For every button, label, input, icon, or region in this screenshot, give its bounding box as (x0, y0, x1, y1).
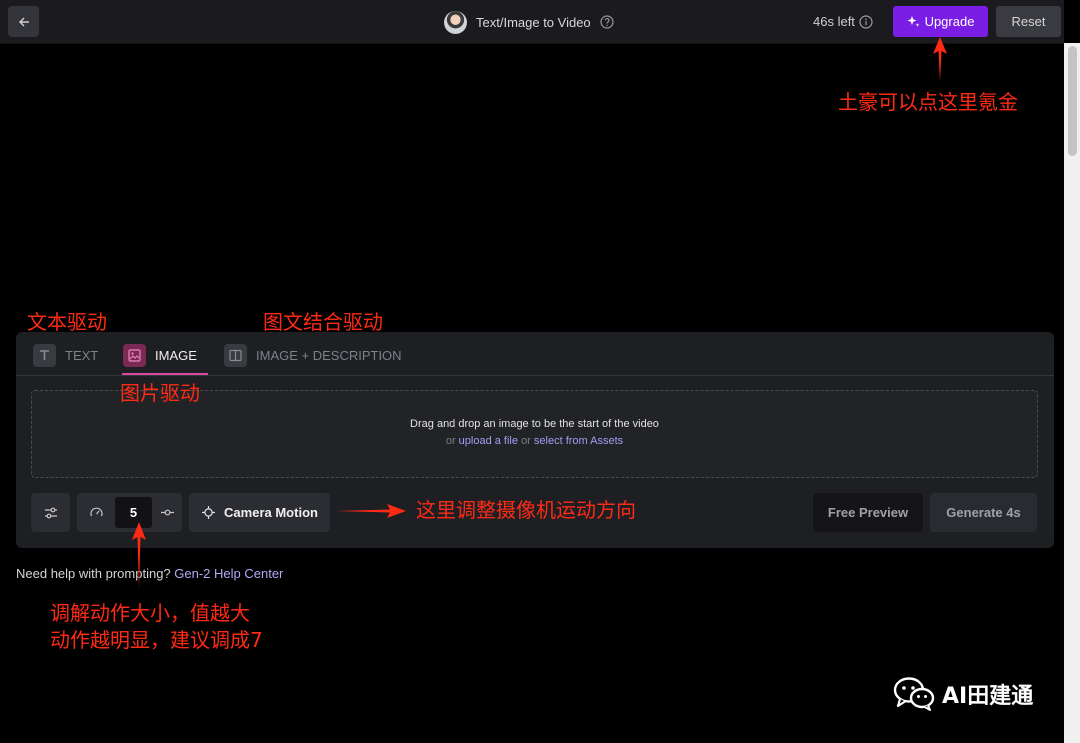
motion-annotation-line1: 调解动作大小，值越大 (50, 601, 250, 625)
tab-text[interactable]: TEXT (33, 343, 98, 367)
camera-annotation: 这里调整摄像机运动方向 (416, 498, 636, 522)
upgrade-label: Upgrade (924, 14, 975, 29)
image-icon (123, 343, 146, 367)
text-icon (33, 343, 56, 367)
dropzone-instruction: Drag and drop an image to be the start o… (410, 418, 659, 430)
avatar (444, 10, 467, 34)
image-text-drive-annotation: 图文结合驱动 (263, 310, 383, 334)
upgrade-button[interactable]: Upgrade (893, 6, 988, 37)
help-icon[interactable] (600, 15, 614, 29)
page-title: Text/Image to Video (476, 14, 591, 30)
time-left-indicator: 46s left (813, 14, 873, 29)
camera-motion-icon (202, 506, 216, 519)
help-prompt-line: Need help with prompting? Gen-2 Help Cen… (16, 566, 283, 581)
info-icon[interactable] (859, 14, 873, 29)
speedometer-icon (77, 505, 115, 520)
wechat-icon (893, 677, 935, 711)
generate-button[interactable]: Generate 4s (930, 493, 1037, 532)
camera-arrow-icon (336, 504, 406, 518)
arrow-left-icon (18, 17, 29, 26)
motion-arrow-icon (132, 522, 146, 588)
tab-image-description[interactable]: IMAGE + DESCRIPTION (224, 343, 402, 367)
top-bar: Text/Image to Video 46s left Upgrade Res… (0, 0, 1064, 44)
upgrade-annotation: 土豪可以点这里氪金 (838, 90, 1018, 114)
dropzone-options: or upload a file or select from Assets (32, 435, 1037, 447)
mode-tabs: TEXT IMAGE IMAGE + DESCRIPTION (16, 332, 1054, 376)
scrollbar-thumb[interactable] (1068, 46, 1077, 156)
or-text: or (521, 435, 531, 447)
upload-file-link[interactable]: upload a file (459, 435, 518, 447)
image-drive-annotation: 图片驱动 (120, 381, 200, 405)
tab-image[interactable]: IMAGE (123, 343, 197, 367)
title-area: Text/Image to Video (444, 10, 614, 34)
watermark: AI田建通 (893, 677, 1033, 711)
or-text: or (445, 435, 456, 447)
active-tab-indicator (122, 373, 208, 375)
reset-button[interactable]: Reset (996, 6, 1061, 37)
tab-image-description-label: IMAGE + DESCRIPTION (256, 347, 402, 363)
upgrade-arrow-icon (933, 37, 947, 81)
tab-text-label: TEXT (65, 347, 99, 363)
back-button[interactable] (8, 6, 39, 37)
time-left-text: 46s left (813, 14, 855, 29)
motion-adjust-icon[interactable] (152, 505, 182, 520)
help-center-link[interactable]: Gen-2 Help Center (174, 566, 283, 581)
camera-motion-label: Camera Motion (224, 505, 318, 520)
motion-annotation-line2: 动作越明显，建议调成7 (50, 628, 263, 652)
text-drive-annotation: 文本驱动 (27, 310, 107, 334)
settings-button[interactable] (31, 493, 70, 532)
image-description-icon (224, 343, 247, 367)
sparkle-icon (907, 16, 919, 27)
tab-image-label: IMAGE (155, 347, 197, 363)
sliders-icon (44, 507, 57, 518)
free-preview-button[interactable]: Free Preview (813, 493, 923, 532)
camera-motion-button[interactable]: Camera Motion (189, 493, 330, 532)
watermark-text: AI田建通 (942, 684, 1034, 709)
select-assets-link[interactable]: select from Assets (534, 435, 623, 447)
